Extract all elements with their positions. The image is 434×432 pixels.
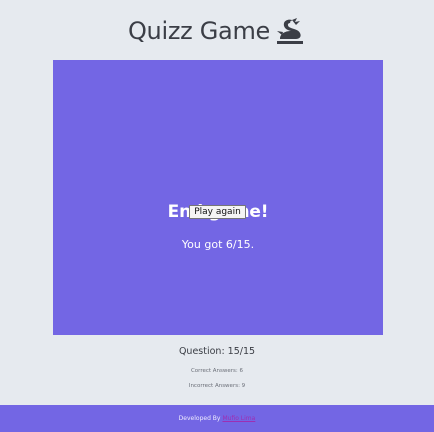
author-link[interactable]: Mufio Lima <box>222 415 255 422</box>
question-counter: Question: 15/15 <box>178 346 256 357</box>
developed-by-label: Developed By <box>178 415 221 422</box>
footer: Developed By Mufio Lima <box>0 405 434 432</box>
dragon-knight-icon <box>277 18 304 44</box>
app-title: Quizz Game <box>127 17 271 45</box>
correct-answers-count: Correct Answers: 6 <box>190 368 244 374</box>
play-again-button[interactable]: Play again <box>189 205 246 219</box>
score-text: You got 6/15. <box>181 238 255 251</box>
page: Quizz Game End game! You got 6/15. Play … <box>0 0 434 432</box>
result-card: End game! You got 6/15. <box>53 60 383 335</box>
header: Quizz Game <box>0 14 434 48</box>
incorrect-answers-count: Incorrect Answers: 9 <box>188 383 246 389</box>
